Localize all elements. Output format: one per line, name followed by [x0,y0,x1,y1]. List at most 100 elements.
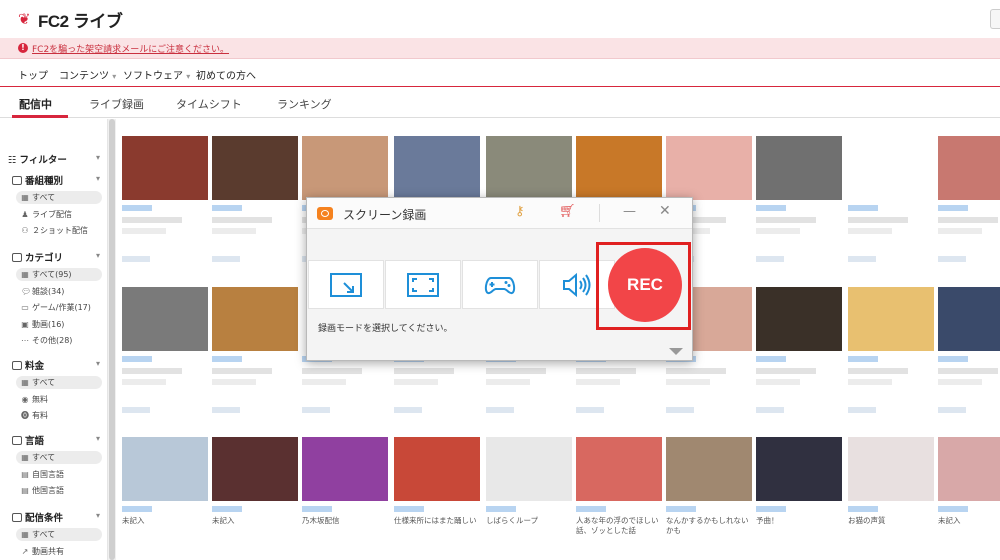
stream-card[interactable]: 未記入 [938,437,1000,536]
stream-thumbnail[interactable] [302,437,388,501]
stream-badge [122,506,152,512]
stream-card[interactable] [848,287,934,413]
stream-thumbnail[interactable] [576,136,662,200]
sidebar-scrollbar[interactable] [108,119,116,560]
nav-top[interactable]: トップ [18,67,48,82]
stream-thumbnail[interactable] [666,136,752,200]
stream-thumbnail[interactable] [848,136,934,200]
filter-section-2[interactable]: 料金 ▾ [0,358,106,374]
stream-card[interactable]: なんかするかもしれないかも [666,437,752,536]
stream-thumbnail[interactable] [666,437,752,501]
filter-option[interactable]: ▦ すべて [16,376,102,389]
filter-option[interactable]: ▣ 動画(16) [16,318,102,331]
key-icon[interactable]: ⚷ [515,204,525,219]
tab-recordings[interactable]: ライブ録画 [89,96,144,112]
stream-card[interactable] [122,136,208,262]
cart-icon[interactable]: 🛒︎ [559,204,576,219]
stream-thumbnail[interactable] [848,437,934,501]
stream-card[interactable]: お猫の声質 [848,437,934,536]
section-icon [12,361,22,370]
stream-thumbnail[interactable] [302,136,388,200]
stream-thumbnail[interactable] [938,437,1000,501]
alert-link[interactable]: FC2を騙った架空請求メールにご注意ください。 [32,42,229,55]
filter-option-label: 動画共有 [32,546,64,556]
stream-thumbnail[interactable] [938,287,1000,351]
stream-card[interactable]: 人あな年の浮のでほしい話、ゾッとした話 [576,437,662,536]
nav-software[interactable]: ソフトウェア ▾ [123,67,190,82]
stream-card[interactable] [938,287,1000,413]
stream-title [302,368,362,374]
stream-card[interactable] [938,136,1000,262]
filter-option[interactable]: ▤ 他国言語 [16,484,102,497]
stream-card[interactable]: 乃木坂配信 [302,437,388,536]
close-button[interactable]: ✕ [659,203,671,219]
stream-thumbnail[interactable] [394,437,480,501]
filter-option[interactable]: ▦ すべて(95) [16,268,102,281]
exclamation-icon: ! [18,43,28,53]
stream-card[interactable] [212,287,298,413]
region-capture-button[interactable] [308,260,384,309]
stream-thumbnail[interactable] [756,136,842,200]
scrollbar-thumb[interactable] [109,119,115,560]
stream-thumbnail[interactable] [212,136,298,200]
stream-thumbnail[interactable] [122,136,208,200]
filter-option[interactable]: ▦ すべて [16,191,102,204]
nav-contents[interactable]: コンテンツ ▾ [59,67,116,82]
filter-option-label: すべて [32,193,56,202]
filter-option[interactable]: ⋯ その他(28) [16,334,102,347]
fullscreen-button[interactable] [385,260,461,309]
stream-subtitle [848,228,892,234]
expand-arrow-icon[interactable] [669,348,683,355]
game-capture-button[interactable] [462,260,538,309]
stream-thumbnail[interactable] [212,287,298,351]
tab-live[interactable]: 配信中 [19,96,52,112]
filter-option[interactable]: ↗ 動画共有 [16,545,102,558]
filter-option[interactable]: ♟ ライブ配信 [16,208,102,221]
stream-card[interactable]: 予曲！ [756,437,842,536]
stream-card[interactable] [756,136,842,262]
stream-card[interactable] [756,287,842,413]
filter-section-3[interactable]: 言語 ▾ [0,433,106,449]
tab-timeshift[interactable]: タイムシフト [176,96,242,112]
nav-beginners[interactable]: 初めての方へ [196,67,256,82]
stream-thumbnail[interactable] [486,136,572,200]
stream-card[interactable] [848,136,934,262]
stream-thumbnail[interactable] [576,437,662,501]
stream-thumbnail[interactable] [394,136,480,200]
filter-section-4[interactable]: 配信条件 ▾ [0,510,106,526]
filter-header[interactable]: ☷ フィルター ▾ [0,152,106,168]
stream-card[interactable]: 仕様来所にはまた踊しい [394,437,480,536]
tab-ranking[interactable]: ランキング [277,96,332,112]
filter-section-0[interactable]: 番組種別 ▾ [0,173,106,189]
minimize-button[interactable]: — [623,204,636,219]
filter-option[interactable]: ▦ すべて [16,528,102,541]
rec-button[interactable]: REC [608,248,682,322]
stream-thumbnail[interactable] [848,287,934,351]
logo[interactable]: ❦ FC2 ライブ [18,8,123,31]
stream-card[interactable]: しばらくループ [486,437,572,536]
filter-option[interactable]: ▤ 自国言語 [16,468,102,481]
stream-card[interactable]: 未記入 [212,437,298,536]
chevron-down-icon: ▾ [95,511,100,520]
stream-thumbnail[interactable] [756,437,842,501]
header-menu-button[interactable] [990,9,1000,29]
stream-thumbnail[interactable] [122,287,208,351]
filter-option[interactable]: ▭ ゲーム/作業(17) [16,301,102,314]
stream-thumbnail[interactable] [756,287,842,351]
filter-section-1[interactable]: カテゴリ ▾ [0,250,106,266]
stream-thumbnail[interactable] [122,437,208,501]
filter-option[interactable]: ⓿ 有料 [16,409,102,422]
filter-option[interactable]: ▦ すべて [16,451,102,464]
filter-option[interactable]: 💬︎雑談(34) [16,285,102,298]
stream-thumbnail[interactable] [486,437,572,501]
stream-badge [212,356,242,362]
dialog-titlebar[interactable]: スクリーン録画 ⚷ 🛒︎ — ✕ [307,198,692,229]
stream-card[interactable]: 未記入 [122,437,208,536]
filter-icon: ☷ [8,155,17,166]
stream-thumbnail[interactable] [938,136,1000,200]
stream-card[interactable] [212,136,298,262]
filter-option[interactable]: ⚇ ２ショット配信 [16,224,102,237]
stream-thumbnail[interactable] [212,437,298,501]
stream-card[interactable] [122,287,208,413]
filter-option[interactable]: ◉ 無料 [16,393,102,406]
